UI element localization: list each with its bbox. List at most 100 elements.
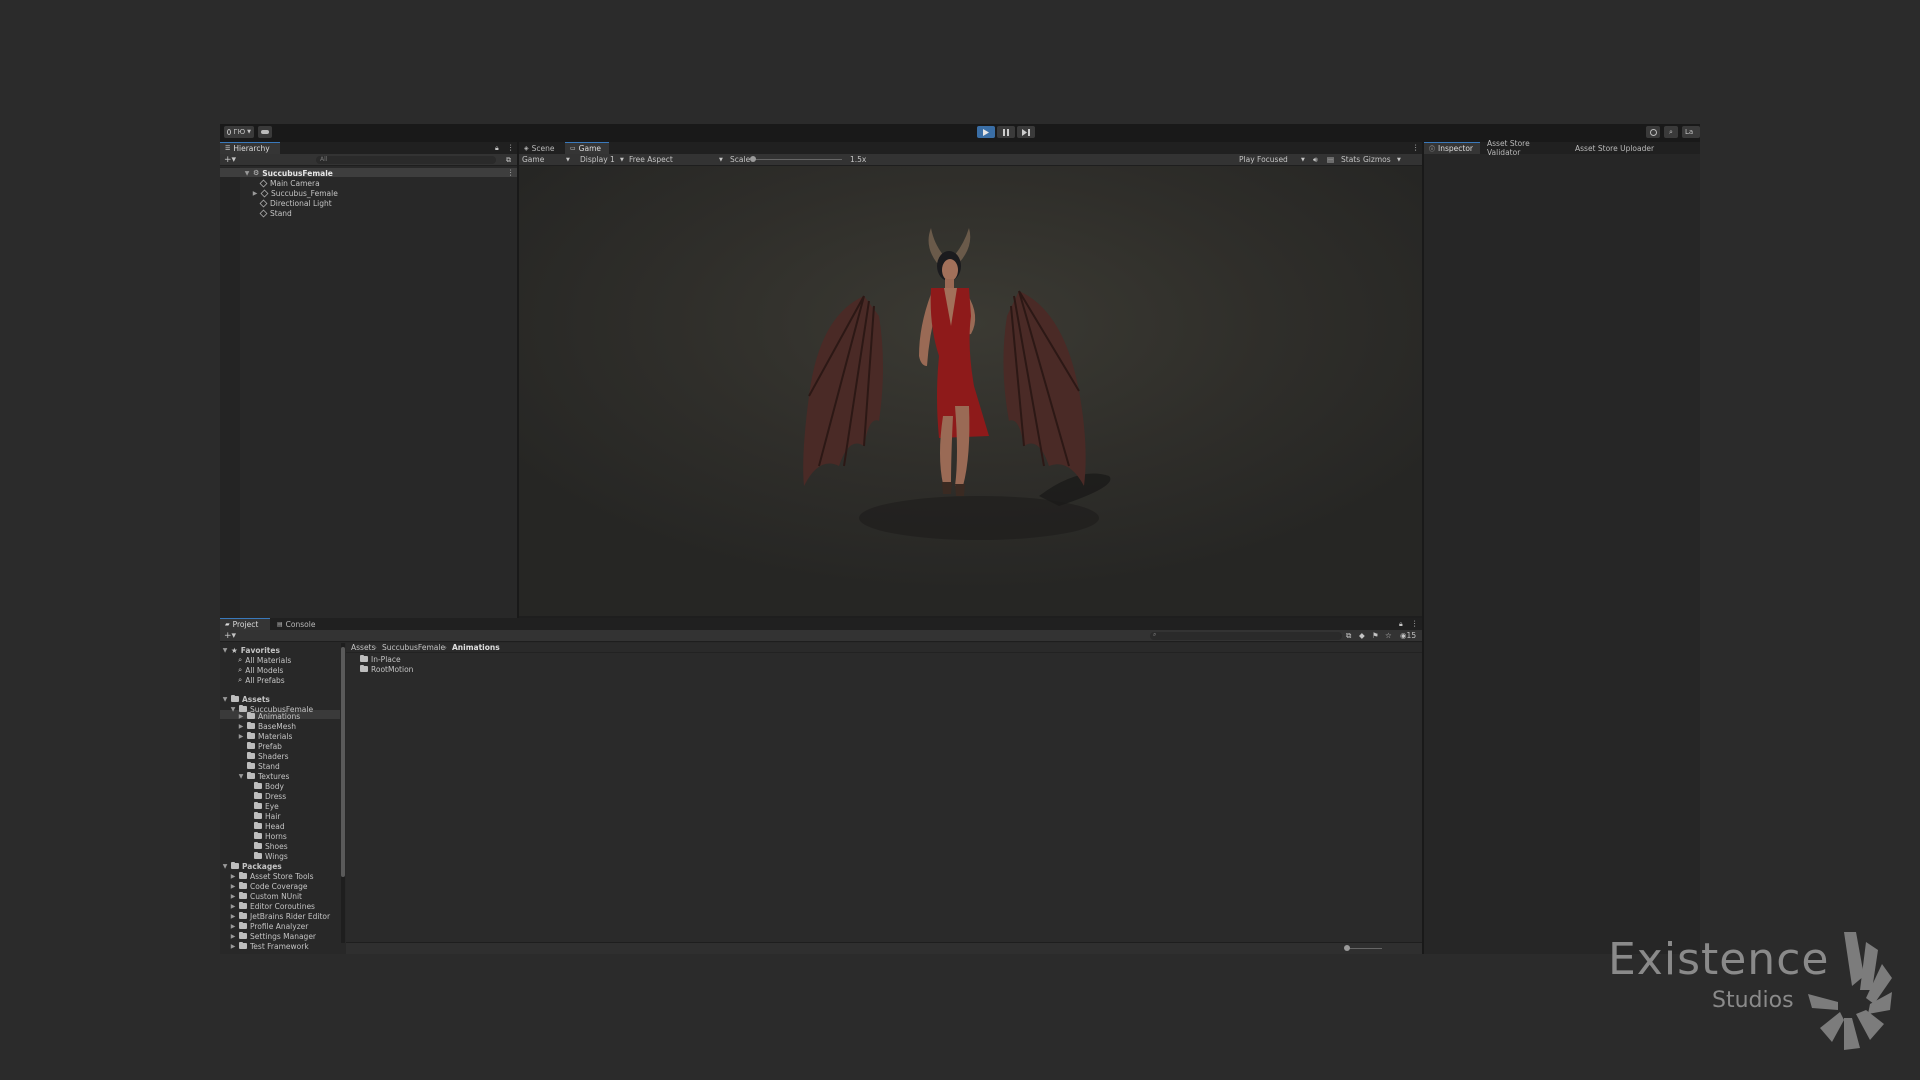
tab-project[interactable]: ▰ Project [220,618,270,630]
chevron-down-icon: ▼ [620,157,624,163]
more-menu-icon[interactable]: ⋮ [1411,619,1419,629]
tree-scrollbar[interactable] [341,643,345,943]
tree-item[interactable]: ▼ ★ Favorites [222,645,280,655]
tree-item[interactable]: Wings [254,851,288,861]
hierarchy-item-label: Stand [270,208,292,218]
scale-slider[interactable] [750,156,842,162]
hierarchy-item[interactable]: Stand [259,208,292,218]
display-dropdown[interactable]: Display 1 ▼ [580,155,626,165]
tree-item[interactable]: Head [254,821,285,831]
breadcrumb-item[interactable]: Assets [351,643,375,653]
tree-item[interactable]: ▶ JetBrains Rider Editor [230,911,330,921]
star-icon[interactable]: ☆ [1385,631,1392,641]
mode-dropdown-label: Game [522,155,545,164]
tree-item[interactable]: ⌕ All Prefabs [238,675,285,685]
filter-icon[interactable]: ⚑ [1372,631,1379,641]
tree-item[interactable]: Shoes [254,841,288,851]
list-item[interactable]: In-Place [360,654,401,664]
tree-item[interactable]: Body [254,781,284,791]
hierarchy-item[interactable]: ▼ ⚙ SuccubusFemale [244,168,333,178]
game-tabbar: ◈ Scene ▭ Game ⋮ [519,142,1422,154]
tree-item[interactable]: ▼ Packages [222,861,282,871]
tree-item[interactable]: ▶ Test Framework [230,941,309,951]
tree-item[interactable]: Hair [254,811,280,821]
add-icon[interactable]: +▾ [224,155,236,165]
step-button[interactable] [1017,126,1035,138]
tab-asset-store-uploader[interactable]: Asset Store Uploader [1570,142,1662,154]
scale-value: 1.5x [850,155,867,164]
mode-dropdown[interactable]: Game ▼ [522,155,574,165]
gameobject-icon [259,199,268,207]
more-menu-icon[interactable]: ⋮ [507,143,515,153]
tree-item[interactable]: Eye [254,801,279,811]
tree-item[interactable]: ▶ Editor Coroutines [230,901,315,911]
tree-item[interactable]: ▶ BaseMesh [238,721,296,731]
gizmos-dropdown[interactable]: Gizmos ▼ [1363,155,1401,165]
pause-button[interactable] [997,126,1015,138]
tab-inspector[interactable]: ⓘ Inspector [1424,142,1480,154]
add-icon[interactable]: +▾ [224,631,236,641]
lock-icon[interactable]: 🔒︎ [1399,619,1403,629]
search-button[interactable]: ⌕ [1664,126,1678,138]
tree-item-label: Dress [265,791,287,801]
tree-item[interactable]: Prefab [238,741,282,751]
project-search-input[interactable]: ⌕ [1150,631,1342,640]
filter-icon[interactable]: ⧉ [506,155,511,165]
tree-item[interactable]: ▶ Profile Analyzer [230,921,308,931]
tab-scene[interactable]: ◈ Scene [519,142,563,154]
hierarchy-item[interactable]: ▶ Succubus_Female [252,188,338,198]
hierarchy-item[interactable]: Directional Light [259,198,332,208]
tree-item[interactable]: ▼ Assets [222,694,270,704]
chevron-down-icon: ▼ [1397,157,1401,163]
account-icon [227,129,232,135]
icon-size-slider-handle[interactable] [1344,945,1350,951]
tab-asset-store-validator[interactable]: Asset Store Validator [1482,139,1570,157]
account-dropdown[interactable]: ГЮ ▼ [224,126,254,138]
tree-item[interactable]: ▶ Materials [238,731,292,741]
cloud-button[interactable] [258,126,272,138]
list-item[interactable]: RootMotion [360,664,413,674]
tree-item[interactable]: ▼ Textures [238,771,289,781]
watermark-sub: Studios [1712,988,1794,1013]
aspect-dropdown[interactable]: Free Aspect ▼ [629,155,725,165]
tree-item[interactable]: Horns [254,831,287,841]
tab-hierarchy[interactable]: ☰ Hierarchy [220,142,280,154]
stats-button[interactable]: Stats [1341,155,1360,165]
tree-item[interactable]: ▶ Animations [238,711,300,721]
tree-item[interactable]: ⌕ All Materials [238,655,291,665]
play-button[interactable] [977,126,995,138]
tree-scrollbar-thumb[interactable] [341,647,345,877]
layers-dropdown[interactable]: La [1682,126,1700,138]
scene-menu-icon[interactable]: ⋮ [507,168,515,178]
tree-item[interactable]: Stand [238,761,280,771]
tab-game[interactable]: ▭ Game [565,142,609,154]
tree-item-label: Asset Store Tools [250,871,314,881]
tree-item[interactable]: Shaders [238,751,288,761]
hierarchy-item[interactable]: Main Camera [259,178,320,188]
folder-icon [254,831,262,839]
tree-item[interactable]: ▶ Settings Manager [230,931,316,941]
tree-item[interactable]: ▶ Custom NUnit [230,891,302,901]
breadcrumb-item[interactable]: SuccubusFemale [382,643,445,653]
history-button[interactable] [1646,126,1660,138]
game-viewport[interactable] [519,166,1422,616]
scale-slider-handle[interactable] [750,156,756,162]
tree-item[interactable]: ▶ Code Coverage [230,881,308,891]
search-by-type-icon[interactable]: ⧉ [1346,631,1351,641]
tab-console[interactable]: ▤ Console [272,618,322,630]
tree-item[interactable]: Dress [254,791,286,801]
play-focused-dropdown[interactable]: Play Focused ▼ [1239,155,1307,165]
search-by-label-icon[interactable]: ◆ [1359,631,1365,641]
lock-icon[interactable]: 🔒︎ [495,143,499,153]
search-input[interactable]: All [316,156,496,164]
stats-graph-icon[interactable]: ▤ [1327,155,1334,165]
more-menu-icon[interactable]: ⋮ [1412,143,1420,153]
hidden-packages-count[interactable]: ◉15 [1400,631,1416,641]
icon-size-slider[interactable] [1344,945,1382,951]
tree-item[interactable]: ▶ Asset Store Tools [230,871,314,881]
breadcrumb-item[interactable]: Animations [452,643,500,653]
audio-icon[interactable]: 🔊︎ [1313,155,1318,165]
unity-logo-icon: ⚙ [253,169,260,177]
tree-item[interactable]: ⌕ All Models [238,665,283,675]
hierarchy-item-label: SuccubusFemale [262,168,333,178]
